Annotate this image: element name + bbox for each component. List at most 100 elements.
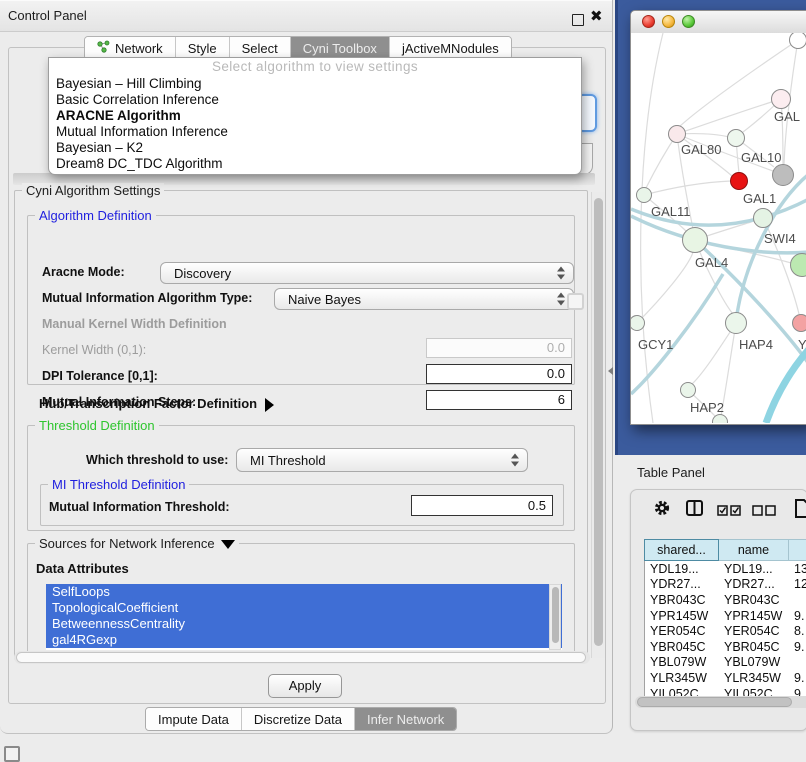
data-attributes-label: Data Attributes: [36, 561, 129, 576]
network-canvas[interactable]: GAL GAL80 GAL10 GAL1 GAL11 SWI4 GAL4 GCY…: [631, 33, 806, 423]
attribute-list-scrollbar[interactable]: [549, 584, 561, 650]
algorithm-option-dream8[interactable]: Dream8 DC_TDC Algorithm: [49, 156, 581, 172]
stepper-icon: [557, 293, 566, 306]
tab-network[interactable]: Network: [85, 37, 176, 59]
which-threshold-label: Which threshold to use:: [86, 453, 228, 467]
table-row[interactable]: YPR145WYPR145W9.: [645, 608, 806, 624]
zoom-traffic-light[interactable]: [682, 15, 695, 28]
tab-select[interactable]: Select: [230, 37, 291, 59]
network-node-hap2[interactable]: [680, 382, 696, 398]
table-row[interactable]: YDR27...YDR27...12: [645, 577, 806, 593]
network-window-titlebar[interactable]: [631, 11, 806, 34]
collapse-down-icon: [221, 540, 235, 549]
network-node-swi4[interactable]: [753, 208, 773, 228]
algorithm-dropdown-placeholder: Select algorithm to view settings: [49, 58, 581, 76]
split-pane-grip[interactable]: [608, 367, 613, 375]
node-label-hap4: HAP4: [739, 337, 773, 352]
algorithm-option-bayesian-hill-climbing[interactable]: Bayesian – Hill Climbing: [49, 76, 581, 92]
table-horizontal-scrollbar[interactable]: [635, 696, 806, 708]
column-view-icon[interactable]: [686, 500, 703, 521]
document-icon-clipped[interactable]: [794, 499, 806, 523]
tab-impute-data[interactable]: Impute Data: [146, 708, 242, 730]
tab-discretize-data[interactable]: Discretize Data: [242, 708, 355, 730]
mi-algorithm-type-select[interactable]: Naive Bayes: [274, 288, 574, 310]
unchecked-boxes-icon[interactable]: [752, 503, 777, 521]
column-header-name[interactable]: name: [719, 540, 789, 561]
dpi-tolerance-label: DPI Tolerance [0,1]:: [42, 369, 158, 383]
table-row[interactable]: YER054CYER054C8.: [645, 623, 806, 639]
algorithm-option-bayesian-k2[interactable]: Bayesian – K2: [49, 140, 581, 156]
mi-steps-field[interactable]: 6: [426, 390, 572, 410]
scrollbar-thumb[interactable]: [594, 198, 603, 646]
algorithm-definition-group: Algorithm Definition Aracne Mode: Discov…: [27, 215, 575, 385]
table-row[interactable]: YBL079WYBL079W: [645, 655, 806, 671]
algorithm-dropdown-popup: Select algorithm to view settings Bayesi…: [48, 57, 582, 175]
table-row[interactable]: YLR345WYLR345W9.: [645, 670, 806, 686]
kernel-width-field[interactable]: 0.0: [426, 338, 572, 358]
network-node-gal1[interactable]: [730, 172, 748, 190]
checked-boxes-icon[interactable]: [717, 503, 742, 521]
table-row[interactable]: YBR045CYBR045C9.: [645, 639, 806, 655]
network-node[interactable]: [789, 33, 806, 49]
minimize-traffic-light[interactable]: [662, 15, 675, 28]
manual-kernel-width-checkbox[interactable]: [567, 293, 584, 310]
close-traffic-light[interactable]: [642, 15, 655, 28]
scrollbar-thumb[interactable]: [552, 587, 559, 643]
close-icon[interactable]: ✖: [590, 7, 603, 25]
scrollbar-thumb[interactable]: [16, 652, 586, 663]
settings-vertical-scrollbar[interactable]: [591, 192, 605, 658]
gear-icon[interactable]: [653, 499, 671, 522]
aracne-mode-select[interactable]: Discovery: [160, 262, 574, 284]
sources-title[interactable]: Sources for Network Inference: [35, 536, 239, 551]
manual-kernel-width-label: Manual Kernel Width Definition: [42, 317, 227, 331]
network-node[interactable]: [712, 414, 728, 423]
node-label-salmon-clipped: Y: [798, 337, 806, 352]
tab-infer-network[interactable]: Infer Network: [355, 708, 456, 730]
tab-network-label: Network: [115, 41, 163, 56]
list-item-betweennesscentrality[interactable]: BetweennessCentrality: [46, 616, 562, 632]
table-panel-header: Table Panel: [615, 455, 806, 488]
column-header-shared-name[interactable]: shared...: [645, 540, 719, 561]
list-item-selfloops[interactable]: SelfLoops: [46, 584, 562, 600]
minimized-panel-icon[interactable]: [4, 746, 20, 762]
kernel-width-label: Kernel Width (0,1):: [42, 343, 146, 357]
network-node-gal11[interactable]: [636, 187, 652, 203]
tab-jactivemnodules[interactable]: jActiveMNodules: [390, 37, 511, 59]
list-item-gal4rgexp[interactable]: gal4RGexp: [46, 632, 562, 648]
column-header-clipped[interactable]: [789, 540, 806, 561]
network-view-window[interactable]: GAL GAL80 GAL10 GAL1 GAL11 SWI4 GAL4 GCY…: [630, 10, 806, 425]
network-node-gal80[interactable]: [668, 125, 686, 143]
table-panel-window: shared... name YDL19...YDL19...13 YDR27.…: [630, 489, 806, 731]
mi-threshold-definition-group: MI Threshold Definition Mutual Informati…: [40, 484, 564, 526]
table-row[interactable]: YBR043CYBR043C: [645, 592, 806, 608]
algorithm-option-mutual-information[interactable]: Mutual Information Inference: [49, 124, 581, 140]
stepper-icon: [557, 267, 566, 280]
network-node-gal-clipped[interactable]: [771, 89, 791, 109]
network-node-salmon[interactable]: [792, 314, 806, 332]
network-node-gal4[interactable]: [682, 227, 708, 253]
mi-threshold-definition-title: MI Threshold Definition: [48, 477, 189, 492]
float-window-icon[interactable]: [572, 14, 584, 26]
algorithm-option-aracne[interactable]: ARACNE Algorithm: [49, 108, 581, 124]
tab-style[interactable]: Style: [176, 37, 230, 59]
settings-horizontal-scrollbar[interactable]: [14, 651, 590, 664]
network-node-hap4[interactable]: [725, 312, 747, 334]
list-item-topologicalcoefficient[interactable]: TopologicalCoefficient: [46, 600, 562, 616]
threshold-definition-group: Threshold Definition Which threshold to …: [27, 425, 575, 531]
network-node-gal10[interactable]: [727, 129, 745, 147]
which-threshold-select[interactable]: MI Threshold: [236, 448, 528, 472]
control-panel-window: Control Panel ✖ Network Style Select Cy: [0, 0, 613, 734]
network-desktop: GAL GAL80 GAL10 GAL1 GAL11 SWI4 GAL4 GCY…: [615, 0, 806, 455]
hub-definition-toggle[interactable]: Hub/Transcription Factor Definition: [39, 396, 274, 412]
dpi-tolerance-field[interactable]: 0.0: [426, 364, 572, 384]
tab-cyni-toolbox[interactable]: Cyni Toolbox: [291, 37, 390, 59]
node-label-gal1: GAL1: [743, 191, 776, 206]
node-label-gcy1: GCY1: [638, 337, 673, 352]
table-row[interactable]: YDL19...YDL19...13: [645, 561, 806, 577]
cyni-algorithm-settings-title: Cyni Algorithm Settings: [22, 183, 164, 198]
apply-button[interactable]: Apply: [268, 674, 342, 698]
network-node-gray[interactable]: [772, 164, 794, 186]
mi-threshold-field[interactable]: 0.5: [411, 495, 553, 516]
algorithm-option-basic-correlation[interactable]: Basic Correlation Inference: [49, 92, 581, 108]
scrollbar-thumb[interactable]: [637, 697, 792, 707]
